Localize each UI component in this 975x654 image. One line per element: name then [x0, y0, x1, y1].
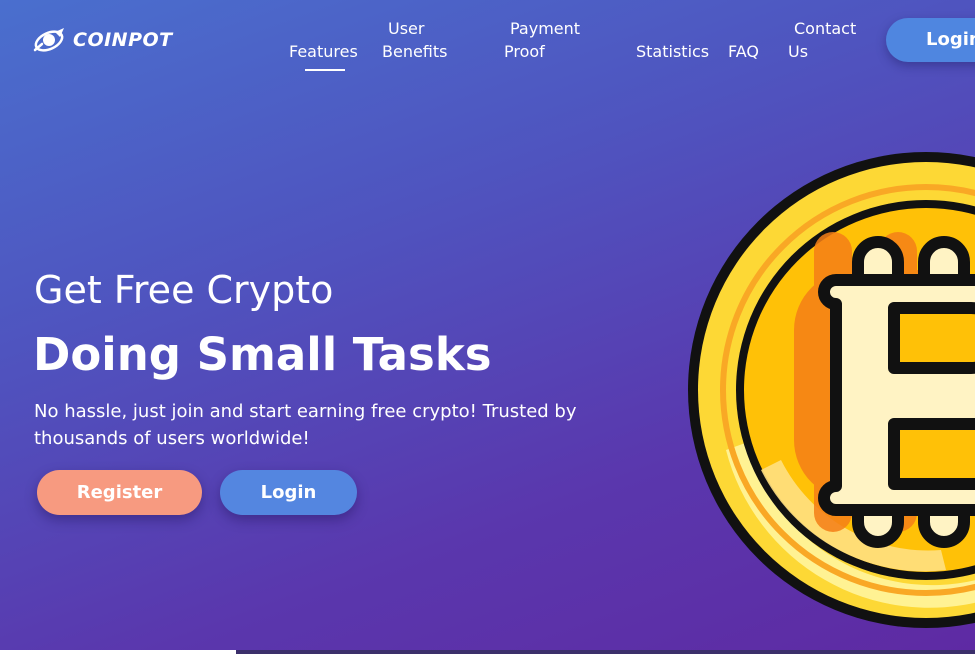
- bitcoin-coin-icon: [688, 152, 975, 628]
- nav-item-user-benefits[interactable]: User Benefits: [382, 17, 448, 63]
- nav-active-underline: [305, 69, 345, 71]
- nav-item-label: Statistics: [636, 42, 710, 61]
- nav-item-label: Contact: [794, 19, 857, 38]
- hero-heading-line1: Get Free Crypto: [34, 268, 334, 312]
- nav-item-label: Features: [289, 42, 358, 61]
- nav-item-label: Proof: [504, 42, 545, 61]
- login-button[interactable]: Login: [220, 470, 357, 515]
- nav-item-payment-proof[interactable]: Payment Proof: [504, 17, 580, 63]
- nav-item-label: FAQ: [728, 42, 759, 61]
- nav-item-label: User: [388, 19, 425, 38]
- nav-item-contact-us[interactable]: Contact Us: [788, 17, 856, 63]
- brand-logo[interactable]: COINPOT: [33, 26, 173, 54]
- header-login-button[interactable]: Login: [886, 18, 975, 62]
- bottom-divider-highlight: [0, 650, 236, 654]
- nav-item-faq[interactable]: FAQ: [728, 40, 759, 63]
- nav-item-label: Benefits: [382, 42, 448, 61]
- register-button[interactable]: Register: [37, 470, 202, 515]
- nav-item-label: Us: [788, 42, 809, 61]
- hero-description: No hassle, just join and start earning f…: [34, 401, 577, 449]
- nav-item-statistics[interactable]: Statistics: [636, 40, 709, 63]
- brand-name: COINPOT: [73, 28, 173, 51]
- rocket-coin-icon: [33, 28, 64, 52]
- hero-section: COINPOT Features User Benefits Payment P…: [0, 0, 975, 654]
- nav-item-features[interactable]: Features: [289, 40, 358, 63]
- nav-item-label: Payment: [510, 19, 581, 38]
- hero-heading-line2: Doing Small Tasks: [33, 328, 492, 381]
